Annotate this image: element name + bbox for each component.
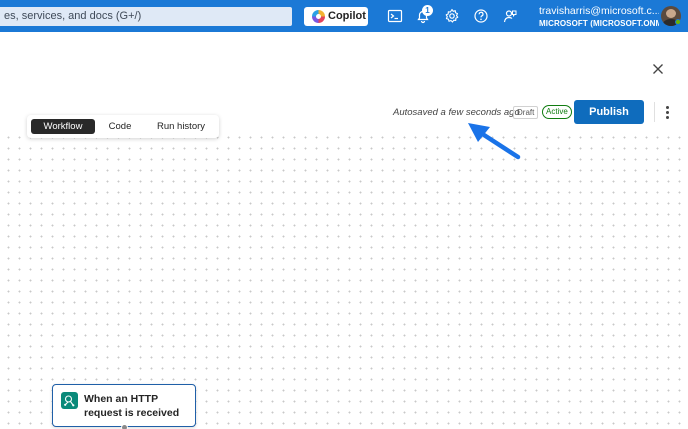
help-icon[interactable] [472,7,490,25]
active-badge: Active [542,105,572,119]
http-trigger-card[interactable]: When an HTTP request is received [52,384,196,429]
top-bar: es, services, and docs (G+/) Copilot 1 t… [0,0,688,32]
trigger-label: When an HTTP request is received [84,393,180,419]
copilot-button[interactable]: Copilot [304,7,368,26]
notification-count-badge: 1 [422,5,433,16]
cloud-shell-icon[interactable] [386,7,404,25]
search-placeholder: es, services, and docs (G+/) [4,10,142,22]
presence-status-icon [675,19,681,25]
account-tenant: MICROSOFT (MICROSOFT.ONMI... [539,19,659,28]
copilot-icon [312,10,325,23]
http-request-icon [61,392,78,409]
view-tabs: Workflow Code Run history [27,115,219,138]
close-icon[interactable] [650,61,666,77]
publish-button[interactable]: Publish [574,100,644,124]
more-options-icon[interactable] [662,104,674,120]
tab-run-history[interactable]: Run history [147,119,215,134]
header-divider [654,102,655,122]
connector-handle[interactable] [121,424,128,429]
global-search-box[interactable]: es, services, and docs (G+/) [0,7,292,26]
autosave-status: Autosaved a few seconds ago [393,107,520,118]
tab-code[interactable]: Code [99,119,141,134]
settings-gear-icon[interactable] [443,7,461,25]
account-email: travisharris@microsoft.c... [539,5,659,17]
tab-workflow[interactable]: Workflow [31,119,95,134]
account-info[interactable]: travisharris@microsoft.c... MICROSOFT (M… [539,5,659,28]
copilot-label: Copilot [328,10,366,22]
feedback-icon[interactable] [501,7,519,25]
annotation-arrow-icon [468,123,521,160]
